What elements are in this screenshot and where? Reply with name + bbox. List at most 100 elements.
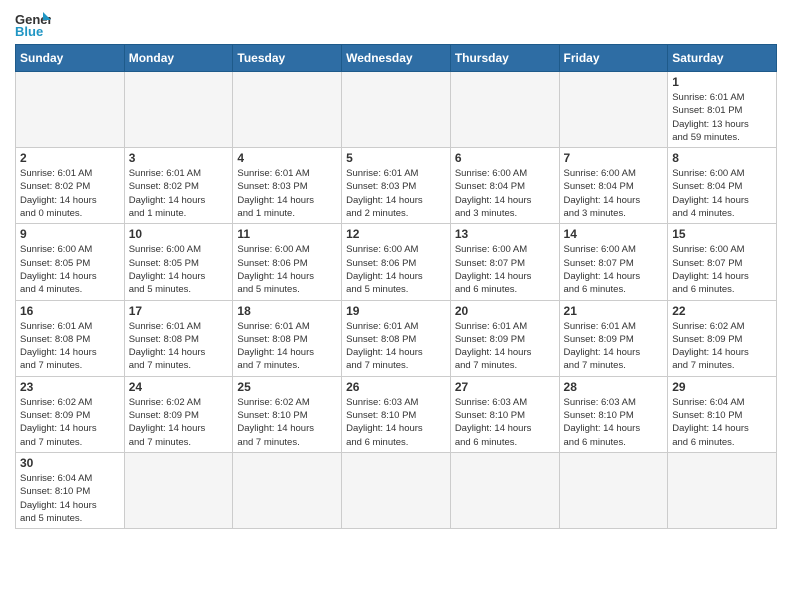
day-number: 12 xyxy=(346,227,446,241)
calendar-cell xyxy=(559,72,668,148)
day-number: 1 xyxy=(672,75,772,89)
calendar-header: SundayMondayTuesdayWednesdayThursdayFrid… xyxy=(16,45,777,72)
day-info: Sunrise: 6:01 AMSunset: 8:08 PMDaylight:… xyxy=(129,320,229,373)
calendar-cell: 15 Sunrise: 6:00 AMSunset: 8:07 PMDayligh… xyxy=(668,224,777,300)
day-number: 9 xyxy=(20,227,120,241)
calendar-cell: 18Sunrise: 6:01 AMSunset: 8:08 PMDayligh… xyxy=(233,300,342,376)
day-info: Sunrise: 6:02 AMSunset: 8:10 PMDaylight:… xyxy=(237,396,337,449)
calendar-cell: 7Sunrise: 6:00 AMSunset: 8:04 PMDaylight… xyxy=(559,148,668,224)
calendar-cell: 30 Sunrise: 6:04 AMSunset: 8:10 PMDayligh… xyxy=(16,452,125,528)
day-info: Sunrise: 6:00 AMSunset: 8:05 PMDaylight:… xyxy=(20,243,120,296)
day-info: Sunrise: 6:01 AMSunset: 8:08 PMDaylight:… xyxy=(346,320,446,373)
calendar-cell: 21Sunrise: 6:01 AMSunset: 8:09 PMDayligh… xyxy=(559,300,668,376)
day-info: Sunrise: 6:02 AMSunset: 8:09 PMDaylight:… xyxy=(129,396,229,449)
calendar-cell: 8 Sunrise: 6:00 AMSunset: 8:04 PMDaylight… xyxy=(668,148,777,224)
day-number: 8 xyxy=(672,151,772,165)
day-info: Sunrise: 6:00 AMSunset: 8:07 PMDaylight:… xyxy=(455,243,555,296)
calendar-cell: 24 Sunrise: 6:02 AMSunset: 8:09 PMDayligh… xyxy=(124,376,233,452)
calendar-cell: 26 Sunrise: 6:03 AMSunset: 8:10 PMDayligh… xyxy=(342,376,451,452)
calendar-cell xyxy=(233,72,342,148)
day-info: Sunrise: 6:00 AMSunset: 8:06 PMDaylight:… xyxy=(346,243,446,296)
calendar-cell xyxy=(342,452,451,528)
day-number: 25 xyxy=(237,380,337,394)
day-number: 16 xyxy=(20,304,120,318)
header-day-thursday: Thursday xyxy=(450,45,559,72)
day-number: 27 xyxy=(455,380,555,394)
day-number: 19 xyxy=(346,304,446,318)
day-info: Sunrise: 6:01 AMSunset: 8:09 PMDaylight:… xyxy=(455,320,555,373)
day-number: 10 xyxy=(129,227,229,241)
calendar-cell xyxy=(559,452,668,528)
calendar-cell: 23Sunrise: 6:02 AMSunset: 8:09 PMDayligh… xyxy=(16,376,125,452)
calendar-cell: 25 Sunrise: 6:02 AMSunset: 8:10 PMDayligh… xyxy=(233,376,342,452)
generalblue-logo-icon: General Blue xyxy=(15,10,51,38)
calendar-cell: 6 Sunrise: 6:00 AMSunset: 8:04 PMDaylight… xyxy=(450,148,559,224)
calendar-cell xyxy=(450,72,559,148)
calendar-cell: 29Sunrise: 6:04 AMSunset: 8:10 PMDayligh… xyxy=(668,376,777,452)
calendar-cell: 1 Sunrise: 6:01 AMSunset: 8:01 PMDaylight… xyxy=(668,72,777,148)
day-info: Sunrise: 6:00 AMSunset: 8:04 PMDaylight:… xyxy=(672,167,772,220)
day-info: Sunrise: 6:01 AMSunset: 8:08 PMDaylight:… xyxy=(20,320,120,373)
calendar-cell xyxy=(450,452,559,528)
day-info: Sunrise: 6:01 AMSunset: 8:02 PMDaylight:… xyxy=(20,167,120,220)
day-number: 26 xyxy=(346,380,446,394)
header-day-sunday: Sunday xyxy=(16,45,125,72)
day-info: Sunrise: 6:02 AMSunset: 8:09 PMDaylight:… xyxy=(672,320,772,373)
calendar-cell: 13 Sunrise: 6:00 AMSunset: 8:07 PMDayligh… xyxy=(450,224,559,300)
day-info: Sunrise: 6:04 AMSunset: 8:10 PMDaylight:… xyxy=(672,396,772,449)
calendar-cell: 5 Sunrise: 6:01 AMSunset: 8:03 PMDaylight… xyxy=(342,148,451,224)
calendar-cell: 22 Sunrise: 6:02 AMSunset: 8:09 PMDayligh… xyxy=(668,300,777,376)
calendar-cell: 2Sunrise: 6:01 AMSunset: 8:02 PMDaylight… xyxy=(16,148,125,224)
calendar-week-row: 2Sunrise: 6:01 AMSunset: 8:02 PMDaylight… xyxy=(16,148,777,224)
calendar-cell: 19 Sunrise: 6:01 AMSunset: 8:08 PMDayligh… xyxy=(342,300,451,376)
svg-text:Blue: Blue xyxy=(15,24,43,38)
day-number: 13 xyxy=(455,227,555,241)
header-day-monday: Monday xyxy=(124,45,233,72)
calendar-cell: 14Sunrise: 6:00 AMSunset: 8:07 PMDayligh… xyxy=(559,224,668,300)
day-info: Sunrise: 6:01 AMSunset: 8:03 PMDaylight:… xyxy=(346,167,446,220)
calendar-cell: 12 Sunrise: 6:00 AMSunset: 8:06 PMDayligh… xyxy=(342,224,451,300)
day-info: Sunrise: 6:04 AMSunset: 8:10 PMDaylight:… xyxy=(20,472,120,525)
day-number: 4 xyxy=(237,151,337,165)
day-info: Sunrise: 6:00 AMSunset: 8:06 PMDaylight:… xyxy=(237,243,337,296)
day-info: Sunrise: 6:00 AMSunset: 8:07 PMDaylight:… xyxy=(672,243,772,296)
day-number: 11 xyxy=(237,227,337,241)
calendar-week-row: 30 Sunrise: 6:04 AMSunset: 8:10 PMDayligh… xyxy=(16,452,777,528)
header-day-tuesday: Tuesday xyxy=(233,45,342,72)
day-info: Sunrise: 6:03 AMSunset: 8:10 PMDaylight:… xyxy=(346,396,446,449)
day-number: 5 xyxy=(346,151,446,165)
day-info: Sunrise: 6:03 AMSunset: 8:10 PMDaylight:… xyxy=(455,396,555,449)
calendar-cell xyxy=(124,72,233,148)
day-number: 28 xyxy=(564,380,664,394)
day-number: 18 xyxy=(237,304,337,318)
calendar-cell: 20Sunrise: 6:01 AMSunset: 8:09 PMDayligh… xyxy=(450,300,559,376)
calendar-cell xyxy=(16,72,125,148)
calendar-cell xyxy=(668,452,777,528)
day-number: 15 xyxy=(672,227,772,241)
day-number: 6 xyxy=(455,151,555,165)
day-info: Sunrise: 6:03 AMSunset: 8:10 PMDaylight:… xyxy=(564,396,664,449)
calendar-cell: 28 Sunrise: 6:03 AMSunset: 8:10 PMDayligh… xyxy=(559,376,668,452)
calendar-cell: 9 Sunrise: 6:00 AMSunset: 8:05 PMDaylight… xyxy=(16,224,125,300)
header-day-friday: Friday xyxy=(559,45,668,72)
day-number: 22 xyxy=(672,304,772,318)
calendar-cell: 11 Sunrise: 6:00 AMSunset: 8:06 PMDayligh… xyxy=(233,224,342,300)
day-info: Sunrise: 6:01 AMSunset: 8:09 PMDaylight:… xyxy=(564,320,664,373)
header-day-saturday: Saturday xyxy=(668,45,777,72)
day-info: Sunrise: 6:01 AMSunset: 8:03 PMDaylight:… xyxy=(237,167,337,220)
day-number: 7 xyxy=(564,151,664,165)
day-info: Sunrise: 6:00 AMSunset: 8:04 PMDaylight:… xyxy=(455,167,555,220)
day-number: 24 xyxy=(129,380,229,394)
day-number: 30 xyxy=(20,456,120,470)
calendar-cell xyxy=(342,72,451,148)
day-number: 23 xyxy=(20,380,120,394)
calendar-header-row: SundayMondayTuesdayWednesdayThursdayFrid… xyxy=(16,45,777,72)
calendar-week-row: 1 Sunrise: 6:01 AMSunset: 8:01 PMDaylight… xyxy=(16,72,777,148)
day-info: Sunrise: 6:00 AMSunset: 8:07 PMDaylight:… xyxy=(564,243,664,296)
calendar-cell: 17Sunrise: 6:01 AMSunset: 8:08 PMDayligh… xyxy=(124,300,233,376)
calendar-cell: 4 Sunrise: 6:01 AMSunset: 8:03 PMDaylight… xyxy=(233,148,342,224)
header: General Blue xyxy=(15,10,777,38)
header-day-wednesday: Wednesday xyxy=(342,45,451,72)
day-info: Sunrise: 6:01 AMSunset: 8:02 PMDaylight:… xyxy=(129,167,229,220)
day-info: Sunrise: 6:01 AMSunset: 8:01 PMDaylight:… xyxy=(672,91,772,144)
